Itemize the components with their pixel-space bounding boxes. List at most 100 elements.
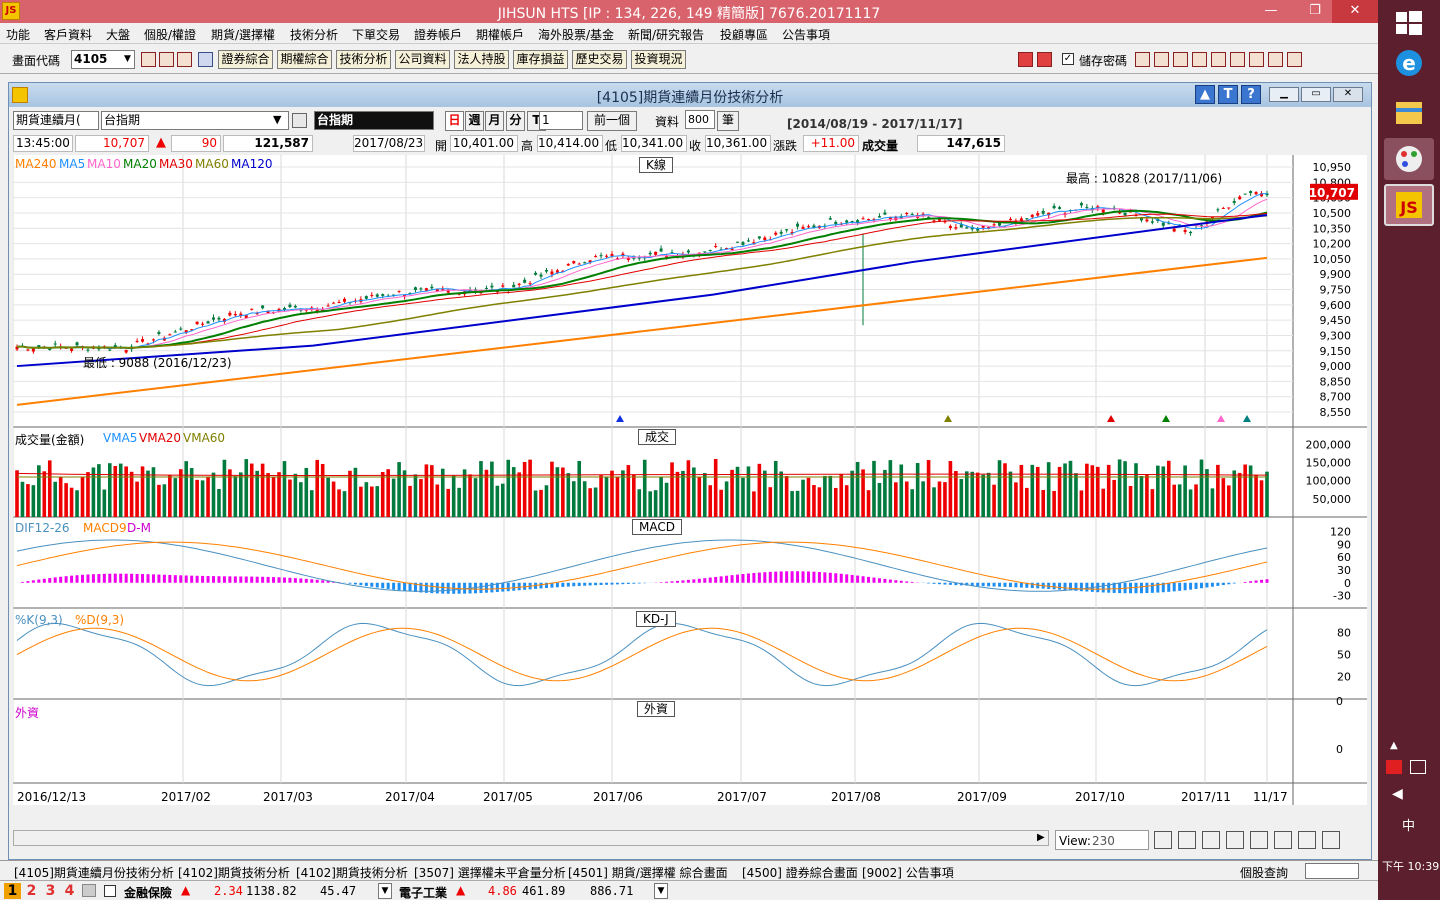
paint-icon[interactable] — [1384, 138, 1434, 180]
scroll-right-icon[interactable]: ▶ — [1037, 831, 1049, 845]
ticker-page-1[interactable]: 1 — [4, 883, 21, 899]
menu-item-0[interactable]: 功能 — [6, 26, 30, 43]
period-button-1[interactable]: 週 — [465, 111, 484, 131]
network-icon[interactable] — [1410, 760, 1426, 774]
antivirus-icon[interactable] — [1386, 760, 1402, 774]
draw-icon[interactable] — [1298, 831, 1316, 849]
ticker-page-3[interactable]: 3 — [42, 883, 59, 899]
chart-close-button[interactable]: ✕ — [1333, 87, 1363, 102]
toolbar-button-3[interactable]: 公司資料 — [395, 50, 450, 69]
chart-icon[interactable] — [1154, 52, 1169, 67]
data-count-input[interactable]: 800 — [685, 110, 715, 129]
tools-icon[interactable] — [1249, 52, 1264, 67]
clock[interactable]: 下午 10:39 — [1382, 858, 1439, 874]
menu-item-4[interactable]: 期貨/選擇權 — [211, 26, 275, 43]
period-button-2[interactable]: 月 — [485, 111, 504, 131]
window-tab-4[interactable]: [4501] 期貨/選擇權 綜合畫面 — [568, 864, 728, 881]
window-tab-2[interactable]: [4102]期貨技術分析 — [296, 864, 408, 881]
toolbar-button-4[interactable]: 法人持股 — [454, 50, 509, 69]
close-button[interactable]: ✕ — [1332, 0, 1378, 23]
chart-scrollbar[interactable] — [13, 830, 1049, 846]
chart-plot-area[interactable]: 10,95010,80010,65010,50010,35010,20010,0… — [12, 155, 1367, 805]
ticker-page-2[interactable]: 2 — [23, 883, 40, 899]
menu-item-7[interactable]: 證券帳戶 — [414, 26, 462, 43]
menu-item-10[interactable]: 新聞/研究報告 — [628, 26, 704, 43]
arrow-up-icon[interactable]: ▲ — [1195, 85, 1215, 104]
chevron-down-icon[interactable]: ▼ — [654, 883, 668, 899]
search-icon[interactable] — [292, 113, 307, 128]
tray-expand-icon[interactable]: ▲ — [1390, 740, 1398, 751]
chevron-down-icon[interactable]: ▼ — [121, 52, 134, 67]
chevron-down-icon[interactable]: ▼ — [273, 113, 281, 126]
menu-item-12[interactable]: 公告事項 — [782, 26, 830, 43]
window-tab-5[interactable]: [4500] 證券綜合畫面 — [742, 864, 858, 881]
menu-item-1[interactable]: 客戶資料 — [44, 26, 92, 43]
window-tab-0[interactable]: [4105]期貨連續月份技術分析 — [14, 864, 174, 881]
ticker-page-4[interactable]: 4 — [61, 883, 78, 899]
data-unit-button[interactable]: 筆 — [717, 111, 739, 131]
gear-icon[interactable] — [1322, 831, 1340, 849]
minimize-button[interactable]: — — [1256, 0, 1286, 23]
edit-icon[interactable] — [1135, 52, 1150, 67]
settings-icon[interactable] — [1268, 52, 1283, 67]
chart-minimize-button[interactable]: ▁ — [1269, 87, 1299, 102]
picture-icon[interactable] — [1230, 52, 1245, 67]
menu-item-5[interactable]: 技術分析 — [290, 26, 338, 43]
toolbar-button-6[interactable]: 歷史交易 — [572, 50, 627, 69]
export-icon[interactable] — [1287, 52, 1302, 67]
speaker-icon[interactable]: ◀ — [1392, 786, 1403, 802]
window-tab-1[interactable]: [4102]期貨技術分析 — [178, 864, 290, 881]
chart-canvas[interactable]: 10,95010,80010,65010,50010,35010,20010,0… — [12, 155, 1367, 805]
toolbar-button-0[interactable]: 證券綜合 — [218, 50, 273, 69]
menu-item-11[interactable]: 投顧專區 — [720, 26, 768, 43]
chevron-down-icon[interactable]: ▼ — [378, 883, 392, 899]
ime-indicator[interactable]: 中 — [1402, 815, 1415, 834]
document-icon[interactable] — [177, 52, 192, 67]
forward-arrow-icon[interactable] — [1037, 52, 1052, 67]
toolbar-button-2[interactable]: 技術分析 — [336, 50, 391, 69]
period-button-3[interactable]: 分 — [506, 111, 525, 131]
layout-icon[interactable] — [1274, 831, 1292, 849]
menu-item-9[interactable]: 海外股票/基金 — [538, 26, 614, 43]
zoom-icon[interactable] — [1178, 831, 1196, 849]
menu-item-6[interactable]: 下單交易 — [352, 26, 400, 43]
print-icon[interactable] — [1173, 52, 1188, 67]
toolbar-button-7[interactable]: 投資現況 — [631, 50, 686, 69]
maximize-button[interactable]: ❐ — [1300, 0, 1330, 23]
help-icon[interactable]: ? — [1241, 85, 1261, 104]
low-label: 低 — [605, 139, 618, 153]
toolbar-button-5[interactable]: 庫存損益 — [513, 50, 568, 69]
toolbar-button-1[interactable]: 期權綜合 — [277, 50, 332, 69]
menu-item-2[interactable]: 大盤 — [106, 26, 130, 43]
file-explorer-icon[interactable] — [1384, 92, 1434, 134]
pencil-icon[interactable] — [1154, 831, 1172, 849]
product-type-select[interactable]: 期貨連續月( — [13, 111, 99, 130]
text-icon[interactable]: T — [1218, 85, 1238, 104]
view-box[interactable]: View: 230 — [1055, 830, 1149, 850]
ticker-icon[interactable] — [82, 884, 96, 897]
jihsun-app-icon[interactable]: JS — [1384, 184, 1434, 226]
menu-item-3[interactable]: 個股/權證 — [144, 26, 196, 43]
chart-restore-button[interactable]: ▭ — [1301, 87, 1331, 102]
menu-item-8[interactable]: 期權帳戶 — [476, 26, 524, 43]
internet-explorer-icon[interactable]: e — [1384, 42, 1434, 84]
prev-button[interactable]: 前一個 — [587, 111, 637, 131]
product-name-input[interactable]: 台指期 — [101, 111, 289, 130]
period-count-select[interactable]: 1 — [539, 111, 583, 130]
calendar-icon[interactable] — [1192, 52, 1207, 67]
text-icon[interactable] — [1211, 52, 1226, 67]
window-tab-3[interactable]: [3507] 選擇權未平倉量分析 — [414, 864, 566, 881]
window-icon[interactable] — [159, 52, 174, 67]
window-tab-6[interactable]: [9002] 公告事項 — [862, 864, 954, 881]
back-arrow-icon[interactable] — [1018, 52, 1033, 67]
windows-start-icon[interactable] — [1392, 6, 1426, 38]
magnifier-icon[interactable] — [1202, 831, 1220, 849]
stock-query-input[interactable] — [1305, 863, 1359, 879]
save-password-checkbox[interactable]: ✓ — [1062, 53, 1074, 65]
ticker-checkbox[interactable] — [104, 885, 116, 897]
grid-icon[interactable] — [1226, 831, 1244, 849]
dropdown-icon[interactable] — [198, 52, 213, 67]
search-icon[interactable] — [141, 52, 156, 67]
table-icon[interactable] — [1250, 831, 1268, 849]
period-button-0[interactable]: 日 — [445, 111, 464, 131]
